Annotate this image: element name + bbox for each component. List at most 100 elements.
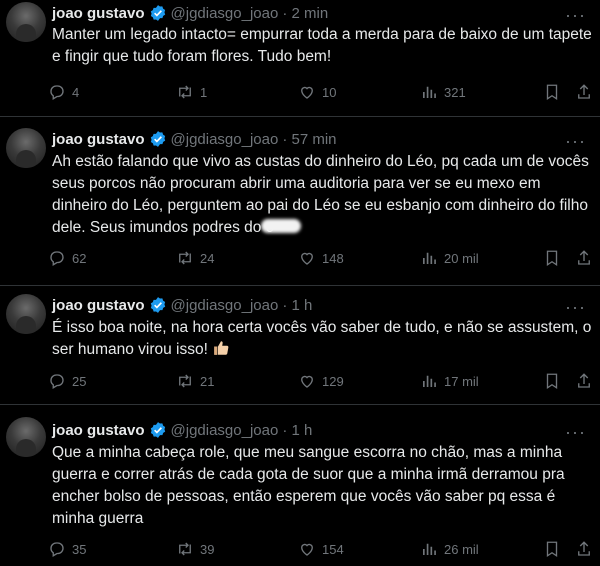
share-button[interactable] bbox=[575, 540, 593, 563]
handle[interactable]: @jgdiasgo_joao bbox=[171, 297, 279, 314]
views-icon bbox=[423, 86, 436, 98]
views-count: 17 mil bbox=[444, 373, 479, 389]
views-button[interactable]: 26 mil bbox=[420, 540, 479, 558]
tweet-text: É isso boa noite, na hora certa vocês vã… bbox=[52, 317, 597, 361]
reply-button[interactable]: 25 bbox=[48, 372, 86, 390]
display-name[interactable]: joao gustavo bbox=[52, 297, 145, 314]
bookmark-button[interactable] bbox=[543, 372, 561, 395]
bookmark-icon bbox=[546, 541, 558, 558]
avatar[interactable] bbox=[6, 417, 46, 457]
retweet-icon bbox=[179, 251, 191, 265]
tweet-text-content: É isso boa noite, na hora certa vocês vã… bbox=[52, 319, 596, 358]
bookmark-icon bbox=[546, 373, 558, 390]
views-icon bbox=[423, 252, 436, 264]
censored-word bbox=[261, 219, 302, 233]
thumbs-up-emoji bbox=[214, 341, 229, 355]
retweet-count: 24 bbox=[200, 250, 215, 266]
views-count: 20 mil bbox=[444, 250, 479, 266]
tweet-header: joao gustavo @jgdiasgo_joao · 1 h bbox=[52, 295, 312, 315]
retweet-count: 1 bbox=[200, 84, 208, 100]
bookmark-button[interactable] bbox=[543, 249, 561, 272]
reply-button[interactable]: 4 bbox=[48, 83, 79, 101]
retweet-count: 21 bbox=[200, 373, 215, 389]
views-icon bbox=[423, 375, 436, 387]
views-button[interactable]: 20 mil bbox=[420, 249, 479, 267]
retweet-icon bbox=[179, 374, 191, 388]
verified-badge-icon bbox=[150, 297, 165, 313]
bookmark-button[interactable] bbox=[543, 83, 561, 106]
verified-badge-icon bbox=[150, 131, 165, 147]
share-button[interactable] bbox=[575, 83, 593, 106]
bookmark-button[interactable] bbox=[543, 540, 561, 563]
like-count: 148 bbox=[322, 250, 344, 266]
like-icon bbox=[301, 252, 313, 265]
handle[interactable]: @jgdiasgo_joao bbox=[171, 422, 279, 439]
reply-icon bbox=[50, 251, 64, 266]
tweet[interactable]: joao gustavo @jgdiasgo_joao · 57 min ···… bbox=[0, 117, 600, 286]
avatar[interactable] bbox=[6, 2, 46, 42]
like-button[interactable]: 154 bbox=[298, 540, 344, 558]
like-icon bbox=[301, 375, 313, 388]
more-icon[interactable]: ··· bbox=[565, 423, 586, 441]
display-name[interactable]: joao gustavo bbox=[52, 5, 145, 22]
retweet-icon bbox=[179, 542, 191, 556]
tweet[interactable]: joao gustavo @jgdiasgo_joao · 1 h ··· É … bbox=[0, 286, 600, 405]
timestamp[interactable]: · 57 min bbox=[282, 131, 336, 148]
retweet-icon bbox=[179, 85, 191, 99]
timestamp[interactable]: · 1 h bbox=[282, 422, 312, 439]
more-icon[interactable]: ··· bbox=[565, 132, 586, 150]
avatar[interactable] bbox=[6, 128, 46, 168]
like-button[interactable]: 10 bbox=[298, 83, 336, 101]
views-button[interactable]: 17 mil bbox=[420, 372, 479, 390]
like-count: 10 bbox=[322, 84, 337, 100]
share-icon bbox=[578, 373, 590, 388]
more-icon[interactable]: ··· bbox=[565, 298, 586, 316]
share-icon bbox=[578, 84, 590, 99]
display-name[interactable]: joao gustavo bbox=[52, 131, 145, 148]
reply-icon bbox=[50, 85, 64, 100]
timestamp[interactable]: · 1 h bbox=[282, 297, 312, 314]
action-bar: 62 24 148 20 mil bbox=[48, 249, 600, 269]
tweet[interactable]: joao gustavo @jgdiasgo_joao · 2 min ··· … bbox=[0, 0, 600, 117]
tweet-header: joao gustavo @jgdiasgo_joao · 2 min bbox=[52, 3, 328, 23]
display-name[interactable]: joao gustavo bbox=[52, 422, 145, 439]
retweet-button[interactable]: 1 bbox=[176, 83, 207, 101]
avatar[interactable] bbox=[6, 294, 46, 334]
verified-badge-icon bbox=[150, 422, 165, 438]
reply-count: 35 bbox=[72, 541, 87, 557]
timestamp[interactable]: · 2 min bbox=[282, 5, 328, 22]
retweet-button[interactable]: 21 bbox=[176, 372, 214, 390]
views-count: 321 bbox=[444, 84, 466, 100]
reply-button[interactable]: 62 bbox=[48, 249, 86, 267]
retweet-button[interactable]: 24 bbox=[176, 249, 214, 267]
tweet-text-content: Ah estão falando que vivo as custas do d… bbox=[52, 153, 594, 236]
reply-icon bbox=[50, 542, 64, 557]
share-button[interactable] bbox=[575, 249, 593, 272]
tweet-text: Ah estão falando que vivo as custas do d… bbox=[52, 151, 597, 239]
views-count: 26 mil bbox=[444, 541, 479, 557]
handle[interactable]: @jgdiasgo_joao bbox=[171, 5, 279, 22]
reply-icon bbox=[50, 374, 64, 389]
tweet-text: Que a minha cabeça role, que meu sangue … bbox=[52, 444, 569, 527]
retweet-count: 39 bbox=[200, 541, 215, 557]
reply-button[interactable]: 35 bbox=[48, 540, 86, 558]
tweet-header: joao gustavo @jgdiasgo_joao · 57 min bbox=[52, 129, 337, 149]
bookmark-icon bbox=[546, 250, 558, 267]
verified-badge-icon bbox=[150, 5, 165, 21]
share-icon bbox=[578, 541, 590, 556]
action-bar: 4 1 10 321 bbox=[48, 83, 600, 103]
views-button[interactable]: 321 bbox=[420, 83, 466, 101]
tweet[interactable]: joao gustavo @jgdiasgo_joao · 1 h ··· Qu… bbox=[0, 405, 600, 566]
reply-count: 62 bbox=[72, 250, 87, 266]
tweet-text: Manter um legado intacto= empurrar toda … bbox=[52, 26, 597, 65]
reply-count: 25 bbox=[72, 373, 87, 389]
more-icon[interactable]: ··· bbox=[565, 6, 586, 24]
like-count: 129 bbox=[322, 373, 344, 389]
handle[interactable]: @jgdiasgo_joao bbox=[171, 131, 279, 148]
like-button[interactable]: 129 bbox=[298, 372, 344, 390]
share-button[interactable] bbox=[575, 372, 593, 395]
like-icon bbox=[301, 543, 313, 556]
retweet-button[interactable]: 39 bbox=[176, 540, 214, 558]
tweet-header: joao gustavo @jgdiasgo_joao · 1 h bbox=[52, 420, 312, 440]
like-button[interactable]: 148 bbox=[298, 249, 344, 267]
